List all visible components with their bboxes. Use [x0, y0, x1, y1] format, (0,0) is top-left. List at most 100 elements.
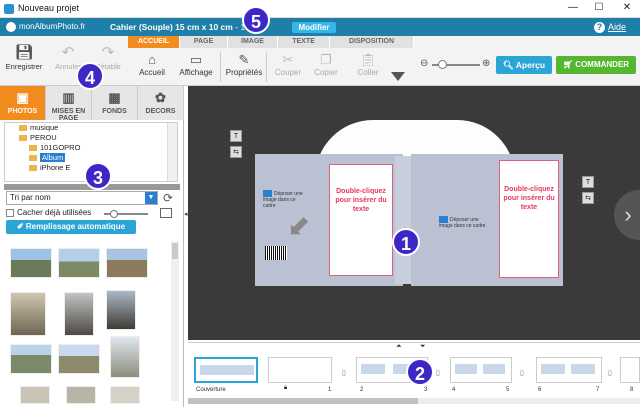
page-icon[interactable]: ▯ — [608, 369, 612, 377]
page-number: 4 — [452, 387, 456, 393]
page-thumb-content — [541, 364, 565, 374]
help-label: Aide — [608, 22, 627, 32]
photo-thumbnail[interactable] — [10, 248, 52, 278]
help-icon: ? — [594, 22, 605, 33]
autofill-button[interactable]: ✐ Remplissage automatique — [6, 220, 136, 234]
tab-texte[interactable]: TEXTE — [278, 36, 330, 48]
tab-page[interactable]: PAGE — [180, 36, 228, 48]
tool-accueil[interactable]: ⌂ Accueil — [132, 52, 172, 84]
text-tool-icon[interactable]: T — [230, 130, 242, 142]
sort-select[interactable]: Tri par nom ▼ — [6, 191, 158, 205]
zoom-in-icon[interactable]: ⊕ — [482, 58, 490, 69]
photo-thumbnail[interactable] — [10, 292, 46, 336]
edit-icon: ✎ — [238, 52, 250, 67]
hide-used-checkbox[interactable]: Cacher déjà utilisées — [6, 208, 91, 218]
text-tool-icon[interactable]: T — [582, 176, 594, 188]
folder-icon — [29, 155, 37, 162]
help-link[interactable]: ? Aide — [594, 21, 626, 33]
swap-icon[interactable]: ⇆ — [582, 192, 594, 204]
photo-thumbnail[interactable] — [110, 336, 140, 378]
app-header: monAlbumPhoto.fr Cahier (Souple) 15 cm x… — [0, 18, 640, 36]
tool-cut[interactable]: ✂ Couper — [268, 52, 308, 84]
page-icon[interactable]: ▯ — [436, 369, 440, 377]
tree-item-label: iPhone E — [40, 163, 71, 172]
photo-thumbnail[interactable] — [10, 344, 52, 374]
strip-scrollbar[interactable] — [188, 398, 640, 404]
page-icon[interactable]: ▯ — [342, 369, 346, 377]
text-frame[interactable]: Double-cliquez pour insérer du texte — [329, 164, 393, 276]
collapse-strip-icon[interactable]: ⏷ — [420, 343, 426, 351]
slider-knob[interactable] — [110, 210, 118, 218]
page-icon[interactable]: ▯ — [520, 369, 524, 377]
tool-affichage[interactable]: ▭ Affichage — [176, 52, 216, 84]
scroll-thumb[interactable] — [188, 398, 418, 404]
editor-canvas: T ⇆ T ⇆ Déposer une image dans ce cadre … — [188, 86, 640, 340]
page-thumb[interactable] — [620, 357, 640, 383]
tab-image[interactable]: IMAGE — [228, 36, 278, 48]
tree-scrollbar[interactable] — [167, 123, 177, 181]
tab-decors[interactable]: ✿ DECORS — [138, 86, 184, 120]
tab-layouts-label: MISES EN PAGE — [51, 108, 86, 122]
photo-thumbnail[interactable] — [66, 386, 96, 404]
tab-photos[interactable]: ▣ PHOTOS — [0, 86, 46, 120]
sort-value: Tri par nom — [10, 193, 51, 202]
folder-icon — [29, 145, 37, 152]
minimize-button[interactable]: — — [566, 2, 580, 14]
page-thumb-content — [361, 364, 385, 374]
double-click-text: Double-cliquez pour insérer du texte — [335, 188, 387, 213]
logo-icon — [6, 21, 16, 32]
tool-paste[interactable]: 📋︎ Coller — [348, 52, 388, 84]
save-button[interactable]: 💾︎ Enregistrer — [4, 44, 44, 84]
zoom-knob[interactable] — [438, 60, 447, 69]
product-name: Cahier (Souple) 15 cm x 10 cm — [110, 22, 233, 32]
photos-scrollbar[interactable] — [171, 241, 179, 401]
right-page[interactable]: Déposer une image dans ce cadre ⬉ Double… — [411, 154, 563, 286]
checkbox-box[interactable] — [6, 208, 14, 217]
layout-icon: ▥ — [62, 90, 75, 105]
image-icon — [263, 190, 272, 197]
left-page[interactable]: Déposer une image dans ce cadre ⬋ Double… — [255, 154, 403, 286]
tree-item-perou[interactable]: PEROU — [5, 133, 177, 143]
collapse-ribbon-icon[interactable] — [391, 72, 405, 81]
tab-backgrounds[interactable]: ▦ FONDS — [92, 86, 138, 120]
page-thumb[interactable] — [536, 357, 602, 383]
tool-copy[interactable]: ❐ Copier — [306, 52, 346, 84]
page-thumb-cover[interactable] — [194, 357, 258, 383]
close-button[interactable]: ✕ — [620, 2, 634, 14]
text-frame[interactable]: Double-cliquez pour insérer du texte — [499, 160, 559, 278]
tree-item-musique[interactable]: musique — [5, 123, 177, 133]
photo-thumbnail[interactable] — [110, 386, 140, 404]
preview-button[interactable]: 🔍︎ Aperçu — [496, 56, 552, 74]
zoom-out-icon[interactable]: ⊖ — [420, 58, 428, 69]
expand-strip-icon[interactable]: ⏶ — [396, 343, 402, 351]
large-thumb-icon[interactable] — [160, 208, 172, 218]
tab-accueil[interactable]: ACCUEIL — [128, 36, 180, 48]
tool-paste-label: Coller — [357, 68, 379, 77]
maximize-button[interactable]: ☐ — [592, 2, 606, 14]
tab-disposition[interactable]: DISPOSITION — [330, 36, 414, 48]
photo-thumbnail[interactable] — [64, 292, 94, 336]
tree-item-album[interactable]: Album — [5, 153, 177, 163]
chevron-down-icon[interactable]: ▼ — [145, 192, 157, 204]
photo-thumbnail[interactable] — [58, 344, 100, 374]
product-info: Cahier (Souple) 15 cm x 10 cm - 16 p€ — [110, 21, 308, 33]
photo-thumbnail[interactable] — [58, 248, 100, 278]
swap-icon[interactable]: ⇆ — [230, 146, 242, 158]
tree-item-101gopro[interactable]: 101GOPRO — [5, 143, 177, 153]
order-button[interactable]: 🛒︎ COMMANDER — [556, 56, 636, 74]
barcode — [265, 246, 287, 260]
photo-thumbnail[interactable] — [106, 248, 148, 278]
page-thumb[interactable] — [268, 357, 332, 383]
photo-thumbnail[interactable] — [106, 290, 136, 330]
thumbnail-size-slider[interactable] — [96, 210, 156, 218]
page-thumb[interactable] — [450, 357, 512, 383]
photo-thumbnail[interactable] — [20, 386, 50, 404]
refresh-icon[interactable]: ⟳ — [163, 191, 173, 205]
modify-button[interactable]: Modifier — [292, 22, 336, 33]
folder-icon — [19, 135, 27, 142]
tab-layouts[interactable]: ▥ MISES EN PAGE — [46, 86, 92, 122]
zoom-slider[interactable]: ⊖ ⊕ — [420, 58, 492, 70]
scroll-thumb[interactable] — [172, 243, 178, 259]
page-number: 1 — [328, 387, 332, 393]
tool-proprietes[interactable]: ✎ Propriétés — [224, 52, 264, 84]
